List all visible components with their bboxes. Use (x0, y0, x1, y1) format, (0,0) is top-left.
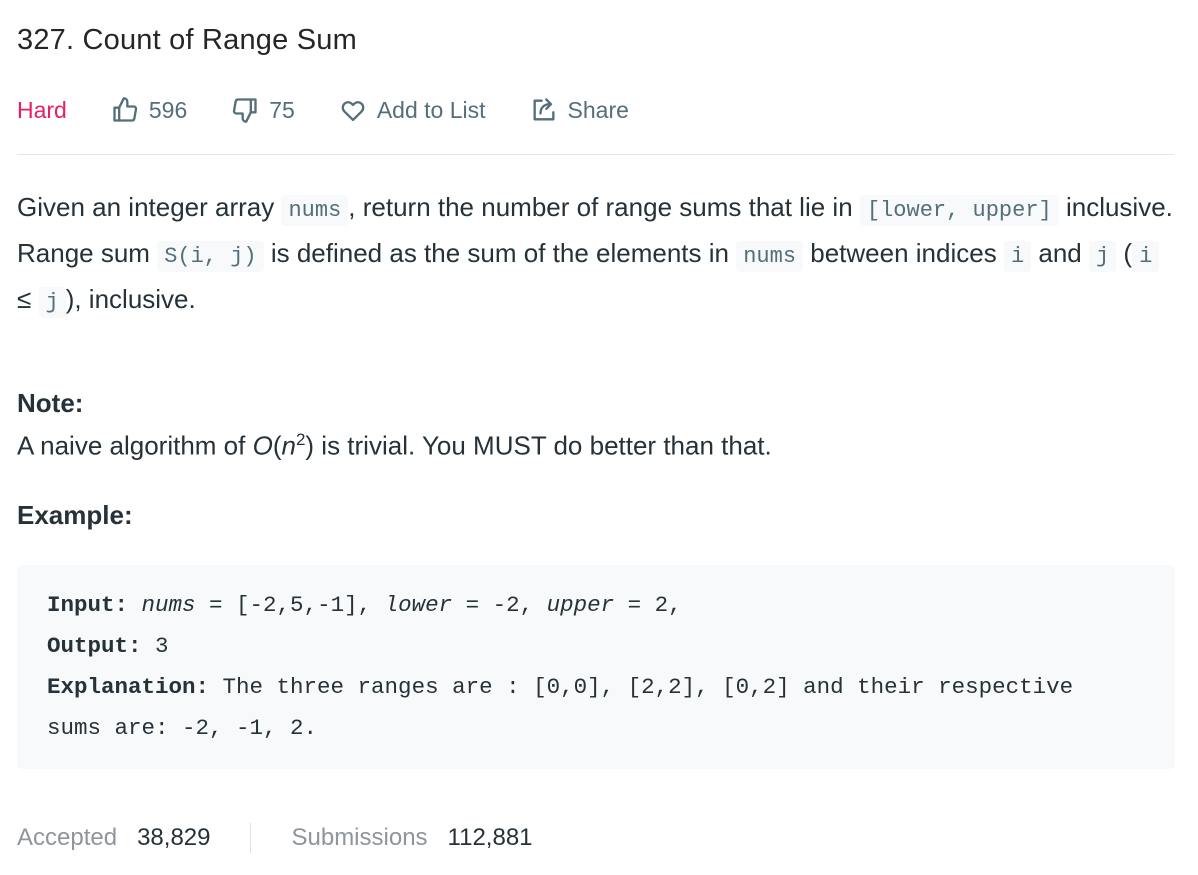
desc-text: ( (1116, 238, 1133, 268)
desc-text: ), inclusive. (65, 284, 196, 314)
desc-text: , return the number of range sums that l… (348, 192, 860, 222)
accepted-label: Accepted (17, 824, 118, 851)
accepted-value: 38,829 (137, 824, 211, 851)
desc-text: ≤ (17, 284, 39, 314)
inline-code-range: [lower, upper] (859, 195, 1059, 226)
desc-text: Range sum (17, 238, 158, 268)
heart-icon (341, 101, 365, 122)
desc-text: between indices (803, 238, 1004, 268)
problem-description: Given an integer array nums, return the … (17, 186, 1177, 324)
example-explanation-line: Explanation: The three ranges are : [0,0… (47, 667, 1145, 708)
inline-code-nums: nums (281, 195, 349, 226)
example-input-line: Input: nums = [-2,5,-1], lower = -2, upp… (47, 585, 1145, 626)
big-o: O (252, 430, 273, 461)
inline-code-i: i (1003, 241, 1032, 272)
inline-code-sij: S(i, j) (157, 241, 264, 272)
desc-text: is defined as the sum of the elements in (263, 238, 737, 268)
example-text: = -2, (452, 592, 547, 618)
share-icon (533, 98, 555, 121)
var-n: n (281, 430, 296, 461)
inline-code-j: j (38, 287, 66, 318)
note-text-part: A naive algorithm of (17, 430, 253, 461)
desc-text: inclusive. (1058, 192, 1173, 222)
example-text: = 2, (614, 592, 682, 618)
submissions-value: 112,881 (447, 824, 533, 851)
submissions-label: Submissions (291, 824, 428, 851)
description-paragraph-2: Range sum S(i, j) is defined as the sum … (17, 232, 1177, 324)
example-code-block: Input: nums = [-2,5,-1], lower = -2, upp… (17, 565, 1175, 769)
inline-code-i: i (1132, 241, 1160, 272)
output-label: Output: (47, 633, 142, 659)
dislike-count: 75 (269, 96, 295, 123)
var-upper: upper (546, 592, 615, 618)
stats-divider (250, 823, 252, 853)
example-heading: Example: (17, 500, 133, 530)
inline-code-j: j (1088, 241, 1117, 272)
inline-code-nums: nums (736, 241, 804, 272)
note-text-part: ) is trivial. You MUST do better than th… (305, 430, 772, 461)
note-text: A naive algorithm of O(n2) is trivial. Y… (17, 430, 772, 462)
desc-text: Given an integer array (17, 192, 282, 222)
example-explanation-line-2: sums are: -2, -1, 2. (47, 715, 318, 741)
thumbs-down-icon (233, 98, 257, 123)
add-to-list-label: Add to List (376, 96, 486, 123)
share-button[interactable]: Share (530, 96, 629, 124)
var-lower: lower (384, 592, 453, 618)
like-count: 596 (148, 96, 188, 123)
description-paragraph-1: Given an integer array nums, return the … (17, 186, 1177, 232)
problem-page: 327. Count of Range Sum Hard 596 75 Add … (0, 0, 1198, 875)
example-output-line: Output: 3 (47, 626, 1145, 667)
output-value: 3 (141, 633, 169, 659)
explanation-text: The three ranges are : [0,0], [2,2], [0,… (209, 674, 1074, 700)
desc-text: and (1031, 238, 1089, 268)
exponent: 2 (295, 430, 306, 449)
like-button[interactable]: 596 (111, 96, 187, 124)
add-to-list-button[interactable]: Add to List (339, 96, 486, 124)
input-label: Input: (47, 592, 129, 618)
example-text: = [-2,5,-1], (195, 592, 385, 618)
note-heading: Note: (17, 388, 84, 418)
problem-meta-bar: Hard 596 75 Add to List Share (17, 90, 673, 130)
thumbs-up-icon (113, 97, 138, 122)
problem-title: 327. Count of Range Sum (17, 24, 357, 56)
dislike-button[interactable]: 75 (231, 96, 295, 124)
var-nums: nums (141, 592, 196, 618)
difficulty-badge: Hard (17, 96, 67, 123)
explanation-label: Explanation: (47, 674, 210, 700)
share-label: Share (567, 96, 629, 123)
submission-stats: Accepted 38,829 Submissions 112,881 (17, 820, 533, 856)
header-divider (17, 154, 1174, 155)
